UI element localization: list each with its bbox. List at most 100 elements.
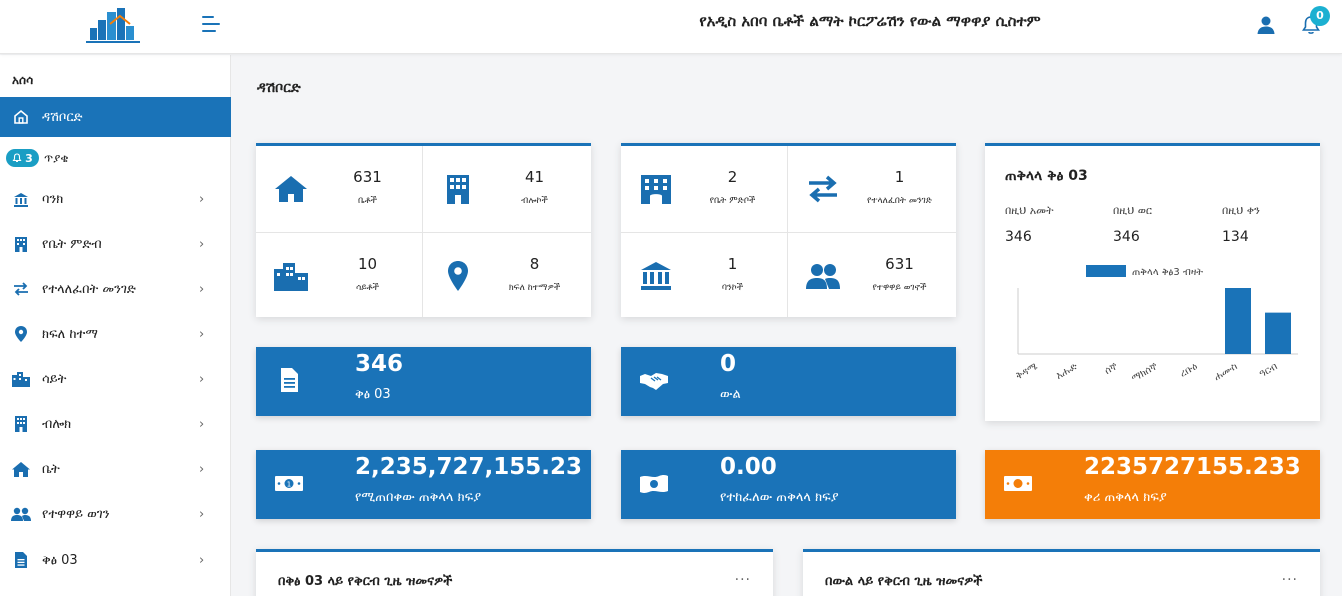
building-icon	[447, 175, 469, 204]
period-label: በዚህ ወር	[1113, 204, 1152, 217]
house-icon	[11, 460, 31, 478]
chevron-right-icon: ›	[199, 506, 205, 522]
chevron-right-icon: ›	[199, 416, 205, 432]
more-options-icon[interactable]: ···	[1282, 572, 1298, 588]
period-value: 346	[1005, 229, 1032, 245]
location-pin-icon	[448, 261, 468, 291]
sidebar-item-bank[interactable]: ባንክ ›	[0, 179, 231, 219]
chevron-right-icon: ›	[199, 371, 205, 387]
period-label: በዚህ አመት	[1005, 204, 1054, 217]
stat-caption: የቤት ምድቦች	[709, 196, 756, 206]
sidebar-item-house[interactable]: ቤት ›	[0, 449, 231, 489]
chart-card-title: ጠቅላላ ቅፅ 03	[1005, 168, 1088, 184]
stat-blocks[interactable]: 41 ብሎኮች	[423, 146, 590, 232]
stat-transfer-methods[interactable]: 1 የተላለፈበት መንገድ	[788, 146, 955, 232]
sidebar-item-block[interactable]: ብሎክ ›	[0, 404, 231, 444]
stat-house-categories[interactable]: 2 የቤት ምድቦች	[621, 146, 788, 232]
home-outline-icon	[11, 108, 31, 126]
stat-value: 1	[894, 168, 905, 186]
bank-icon	[641, 262, 671, 290]
tile-caption: ውል	[720, 387, 741, 402]
stat-caption: የተላለፈበት መንገድ	[866, 196, 933, 206]
stat-banks[interactable]: 1 ባንኮች	[621, 233, 788, 319]
stat-caption: ባንኮች	[721, 283, 744, 293]
tile-value: 2,235,727,155.23	[355, 454, 582, 480]
logo-icon[interactable]	[84, 6, 144, 44]
sidebar-item-transfer-method[interactable]: የተላለፈበት መንገድ ›	[0, 269, 231, 309]
building-icon	[11, 235, 31, 253]
bar-chart: ጠቅላላ ቅፅ3 ብዛት ቅዳሜ እሑድ ሰኞ ማክሰኞ ረቡዕ ሐሙስ ዓርብ	[1014, 265, 1298, 385]
sidebar-item-label: የቤት ምድብ	[42, 236, 102, 252]
tile-remaining-total-payment[interactable]: 2235727155.233 ቀሪ ጠቅላላ ክፍያ	[985, 450, 1320, 519]
notifications-count-pill[interactable]: 3	[6, 149, 39, 167]
sidebar-item-house-category[interactable]: የቤት ምድብ ›	[0, 224, 231, 264]
money-bill-icon: 1	[275, 476, 303, 491]
recent-contract-updates-card: በውል ላይ የቅርብ ጊዜ ዝመናዎች ···	[803, 549, 1320, 596]
sidebar-item-contract-party[interactable]: የተዋዋይ ወገን ›	[0, 494, 231, 534]
sidebar-item-subcity[interactable]: ክፍለ ከተማ ›	[0, 314, 231, 354]
stat-houses[interactable]: 631 ቤቶች	[256, 146, 423, 232]
tile-form-03-count[interactable]: 346 ቅፅ 03	[256, 347, 591, 416]
more-options-icon[interactable]: ···	[735, 572, 751, 588]
exchange-icon	[809, 175, 837, 203]
tile-value: 0	[720, 351, 737, 377]
bell-icon	[12, 153, 22, 163]
tile-expected-total-payment[interactable]: 1 2,235,727,155.23 የሚጠበቀው ጠቅላላ ክፍያ	[256, 450, 591, 519]
stats-card-properties: 631 ቤቶች 41 ብሎኮች 10 ሳይቶች 8 ክፍለ ከተማዎች	[256, 143, 591, 317]
tile-caption: የሚጠበቀው ጠቅላላ ክፍያ	[355, 490, 482, 505]
sidebar-item-form-03[interactable]: ቅፅ 03 ›	[0, 540, 231, 580]
sidebar-item-label: ክፍለ ከተማ	[42, 326, 98, 342]
tile-value: 346	[355, 351, 404, 377]
user-icon[interactable]	[1256, 15, 1276, 35]
city-icon	[11, 370, 31, 388]
hamburger-icon[interactable]	[202, 16, 224, 36]
chevron-right-icon: ›	[199, 281, 205, 297]
x-tick-label: ማክሰኞ	[1130, 361, 1160, 384]
sidebar-heading: አሰሳ	[12, 73, 34, 87]
stat-value: 10	[357, 255, 378, 273]
legend-swatch	[1086, 265, 1126, 277]
sidebar-item-label: ቅፅ 03	[42, 552, 78, 568]
users-icon	[806, 264, 840, 289]
stats-card-config: 2 የቤት ምድቦች 1 የተላለፈበት መንገድ 1 ባንኮች 631 የተዋ…	[621, 143, 956, 317]
period-value: 346	[1113, 229, 1140, 245]
period-value: 134	[1222, 229, 1249, 245]
stat-value: 631	[353, 168, 382, 186]
sidebar-item-label: ብሎክ	[42, 416, 72, 432]
x-tick-label: ቅዳሜ	[1014, 361, 1040, 382]
stat-sites[interactable]: 10 ሳይቶች	[256, 233, 423, 319]
chevron-right-icon: ›	[199, 326, 205, 342]
legend-label: ጠቅላላ ቅፅ3 ብዛት	[1132, 267, 1203, 278]
x-tick-label: ሰኞ	[1103, 361, 1120, 377]
users-icon	[11, 505, 31, 523]
stat-value: 8	[529, 255, 540, 273]
sidebar-item-site[interactable]: ሳይት ›	[0, 359, 231, 399]
card-title: በውል ላይ የቅርብ ጊዜ ዝመናዎች	[825, 574, 983, 589]
money-bill-icon	[1004, 476, 1032, 491]
chevron-right-icon: ›	[199, 236, 205, 252]
sidebar: አሰሳ ዳሽቦርድ 3 ጥያቄ ባንክ › የቤት ምድብ › የተላለፈበት …	[0, 55, 231, 596]
building-icon	[11, 415, 31, 433]
tile-contract-count[interactable]: 0 ውል	[621, 347, 956, 416]
stat-caption: ቤቶች	[358, 196, 377, 206]
sidebar-item-requests[interactable]: ጥያቄ	[44, 151, 68, 166]
tile-value: 0.00	[720, 454, 777, 480]
x-tick-label: ረቡዕ	[1178, 361, 1199, 380]
file-icon	[281, 368, 298, 392]
summary-chart-card: ጠቅላላ ቅፅ 03 በዚህ አመት 346 በዚህ ወር 346 በዚህ ቀን…	[985, 143, 1320, 421]
stat-caption: ብሎኮች	[521, 196, 548, 206]
hotel-icon	[641, 175, 671, 204]
tile-paid-total-payment[interactable]: 0.00 የተከፈለው ጠቅላላ ክፍያ	[621, 450, 956, 519]
x-tick-label: እሑድ	[1054, 361, 1079, 382]
house-icon	[275, 176, 307, 202]
stat-value: 1	[727, 255, 738, 273]
stat-caption: የተዋዋይ ወገኖች	[872, 283, 927, 293]
sidebar-item-dashboard[interactable]: ዳሽቦርድ	[0, 97, 231, 137]
money-bill-wave-icon	[640, 475, 668, 493]
location-pin-icon	[11, 325, 31, 343]
stat-subcities[interactable]: 8 ክፍለ ከተማዎች	[423, 233, 590, 319]
tile-caption: ቅፅ 03	[355, 387, 391, 402]
handshake-icon	[640, 373, 668, 390]
stat-contract-parties[interactable]: 631 የተዋዋይ ወገኖች	[788, 233, 955, 319]
x-tick-label: ዓርብ	[1258, 361, 1280, 380]
